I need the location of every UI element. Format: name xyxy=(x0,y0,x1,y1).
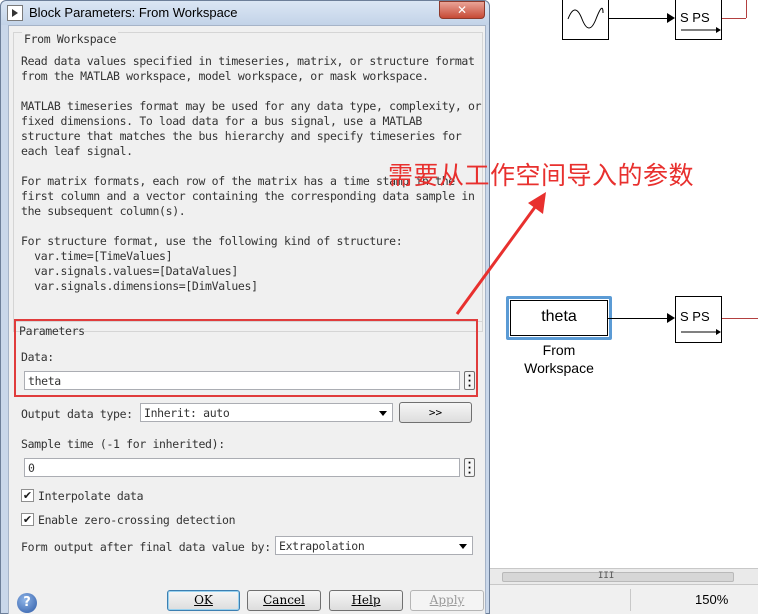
annotation-arrow-icon xyxy=(455,192,546,315)
annotation-text: 需要从工作空间导入的参数 xyxy=(388,161,695,190)
